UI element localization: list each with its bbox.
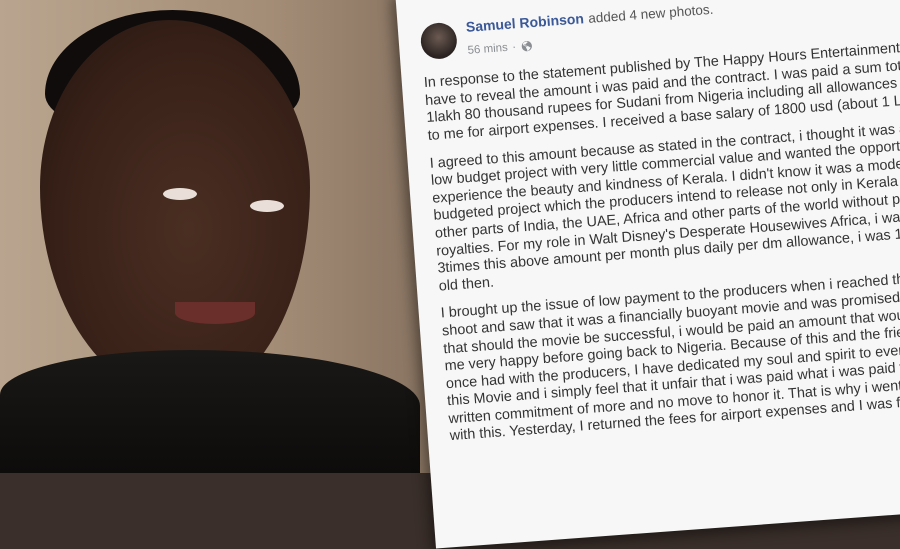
photo-eye-left	[163, 188, 197, 200]
photo-shirt	[0, 350, 420, 473]
photo-smile	[175, 302, 255, 324]
post-timestamp-link[interactable]: 56 mins	[467, 42, 508, 57]
post-paragraph: I agreed to this amount because as state…	[429, 118, 900, 295]
author-avatar[interactable]	[419, 21, 459, 60]
globe-icon: 🌎︎	[520, 40, 534, 53]
facebook-post-card: Samuel Robinson added 4 new photos. 56 m…	[395, 0, 900, 549]
post-paragraph: I brought up the issue of low payment to…	[440, 268, 900, 445]
timestamp-separator: ·	[511, 40, 517, 54]
photo-eye-right	[250, 200, 284, 212]
post-body: In response to the statement published b…	[423, 37, 900, 446]
post-meta: Samuel Robinson added 4 new photos. 56 m…	[465, 0, 716, 60]
